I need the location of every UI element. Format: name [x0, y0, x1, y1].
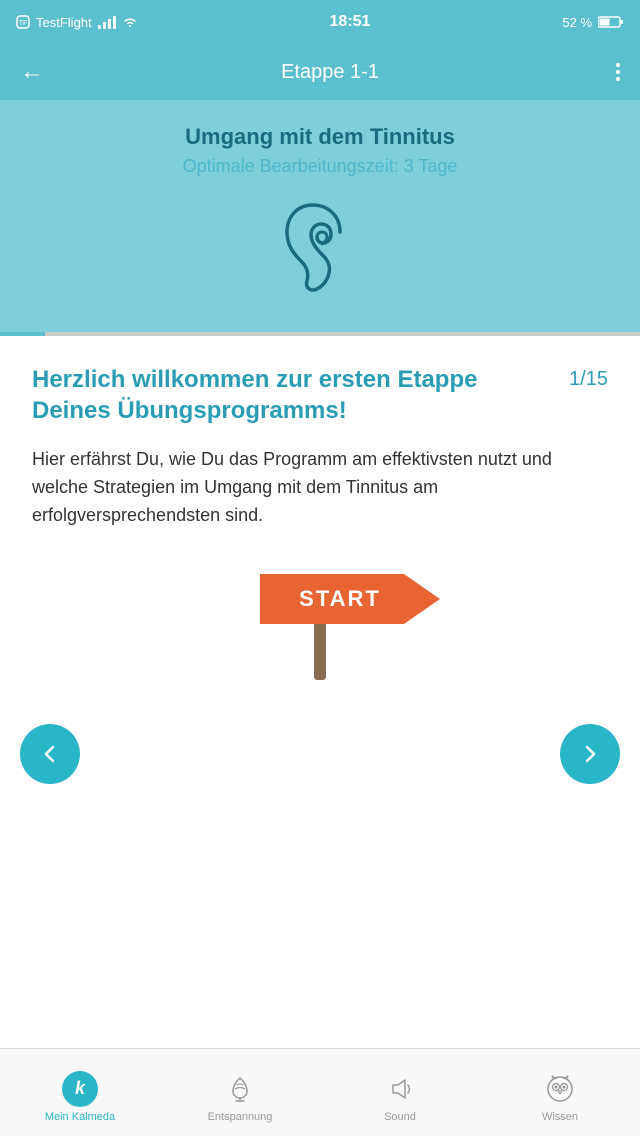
header-subtitle: Optimale Bearbeitungszeit: 3 Tage — [20, 156, 620, 177]
mein-kalmeda-icon-wrap: k — [62, 1071, 98, 1107]
testflight-icon: TF — [16, 15, 30, 29]
start-arrow-sign[interactable]: START — [260, 574, 440, 624]
tab-label-sound: Sound — [384, 1111, 416, 1123]
header-section: Umgang mit dem Tinnitus Optimale Bearbei… — [0, 100, 640, 332]
kalmeda-circle-icon: k — [62, 1071, 98, 1107]
more-button[interactable] — [616, 63, 620, 81]
tab-label-mein-kalmeda: Mein Kalmeda — [45, 1111, 115, 1123]
content-header: Herzlich willkommen zur ersten Etappe De… — [32, 364, 608, 426]
slide-nav-buttons — [0, 724, 640, 784]
back-button[interactable]: ← — [20, 58, 44, 86]
wissen-icon — [544, 1073, 576, 1105]
tab-item-mein-kalmeda[interactable]: k Mein Kalmeda — [0, 1063, 160, 1123]
content-body: Hier erfährst Du, wie Du das Programm am… — [32, 446, 608, 530]
prev-button[interactable] — [20, 724, 80, 784]
arrow-left-icon — [38, 742, 62, 766]
entspannung-icon-wrap — [222, 1071, 258, 1107]
nav-bar: ← Etappe 1-1 — [0, 44, 640, 100]
status-bar: TF TestFlight 18:51 52 % — [0, 0, 640, 44]
arrow-right-icon — [578, 742, 602, 766]
progress-bar-fill — [0, 332, 45, 336]
carrier-label: TestFlight — [36, 15, 92, 30]
battery-label: 52 % — [562, 15, 592, 30]
signal-bars — [98, 16, 116, 29]
nav-title: Etappe 1-1 — [281, 61, 379, 84]
content-title: Herzlich willkommen zur ersten Etappe De… — [32, 364, 569, 426]
progress-bar-container — [0, 332, 640, 336]
sound-icon — [385, 1074, 415, 1104]
ear-icon — [275, 197, 365, 297]
start-label: START — [299, 586, 381, 612]
tab-item-sound[interactable]: Sound — [320, 1063, 480, 1123]
entspannung-icon — [225, 1074, 255, 1104]
content-counter: 1/15 — [569, 364, 608, 391]
status-time: 18:51 — [330, 13, 371, 31]
tab-label-wissen: Wissen — [542, 1111, 578, 1123]
status-right: 52 % — [562, 15, 624, 30]
status-left: TF TestFlight — [16, 15, 138, 30]
wifi-icon — [122, 16, 138, 28]
wissen-icon-wrap — [542, 1071, 578, 1107]
sound-icon-wrap — [382, 1071, 418, 1107]
content-section: Herzlich willkommen zur ersten Etappe De… — [0, 336, 640, 724]
tab-label-entspannung: Entspannung — [208, 1111, 273, 1123]
tab-item-wissen[interactable]: Wissen — [480, 1063, 640, 1123]
header-title: Umgang mit dem Tinnitus — [20, 124, 620, 150]
start-sign-container: START — [32, 560, 608, 680]
next-button[interactable] — [560, 724, 620, 784]
svg-text:TF: TF — [19, 20, 28, 27]
battery-icon — [598, 15, 624, 29]
tab-bar: k Mein Kalmeda Entspannung Sound — [0, 1048, 640, 1136]
tab-item-entspannung[interactable]: Entspannung — [160, 1063, 320, 1123]
